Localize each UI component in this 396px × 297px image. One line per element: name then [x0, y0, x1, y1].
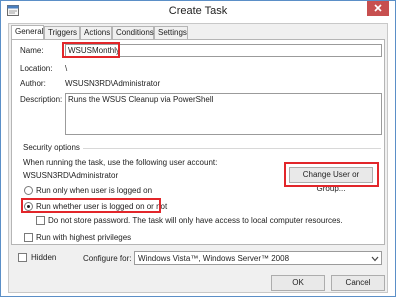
- run-whether-highlight: [21, 198, 161, 213]
- configure-for-value: Windows Vista™, Windows Server™ 2008: [138, 254, 290, 263]
- tab-general[interactable]: General: [11, 25, 44, 40]
- tab-triggers[interactable]: Triggers: [44, 26, 80, 40]
- no-store-password-label: Do not store password. The task will onl…: [48, 216, 343, 225]
- account-prompt: When running the task, use the following…: [23, 158, 218, 167]
- run-logged-on-label: Run only when user is logged on: [36, 186, 153, 195]
- configure-for-label: Configure for:: [83, 254, 132, 263]
- name-label: Name:: [20, 46, 44, 55]
- title-bar: Create Task: [1, 1, 395, 21]
- chevron-down-icon: [371, 256, 379, 262]
- no-store-password-checkbox[interactable]: [36, 216, 45, 225]
- window-title: Create Task: [168, 5, 228, 17]
- security-separator: [83, 148, 381, 149]
- run-logged-on-radio[interactable]: [24, 186, 33, 195]
- configure-for-select[interactable]: Windows Vista™, Windows Server™ 2008: [134, 251, 382, 265]
- close-icon: [374, 4, 382, 12]
- tab-actions[interactable]: Actions: [80, 26, 112, 40]
- description-label: Description:: [20, 95, 63, 104]
- author-label: Author:: [20, 79, 46, 88]
- security-options-label: Security options: [23, 143, 80, 152]
- highest-privileges-label: Run with highest privileges: [36, 233, 132, 242]
- description-field[interactable]: Runs the WSUS Cleanup via PowerShell: [65, 93, 382, 135]
- hidden-label: Hidden: [31, 253, 57, 262]
- name-highlight: [62, 42, 120, 58]
- tab-conditions[interactable]: Conditions: [112, 26, 154, 40]
- tab-settings[interactable]: Settings: [154, 26, 188, 40]
- ok-button[interactable]: OK: [271, 275, 325, 291]
- hidden-checkbox[interactable]: [18, 253, 27, 262]
- account-value: WSUSN3RD\Administrator: [23, 171, 119, 180]
- location-label: Location:: [20, 64, 53, 73]
- create-task-window: Create Task General Triggers Actions Con…: [0, 0, 396, 297]
- change-user-highlight: [284, 162, 379, 187]
- author-value: WSUSN3RD\Administrator: [65, 79, 161, 88]
- close-button[interactable]: [367, 1, 389, 16]
- description-value: Runs the WSUS Cleanup via PowerShell: [68, 95, 214, 104]
- highest-privileges-checkbox[interactable]: [24, 233, 33, 242]
- cancel-button[interactable]: Cancel: [331, 275, 385, 291]
- location-value: \: [65, 64, 68, 73]
